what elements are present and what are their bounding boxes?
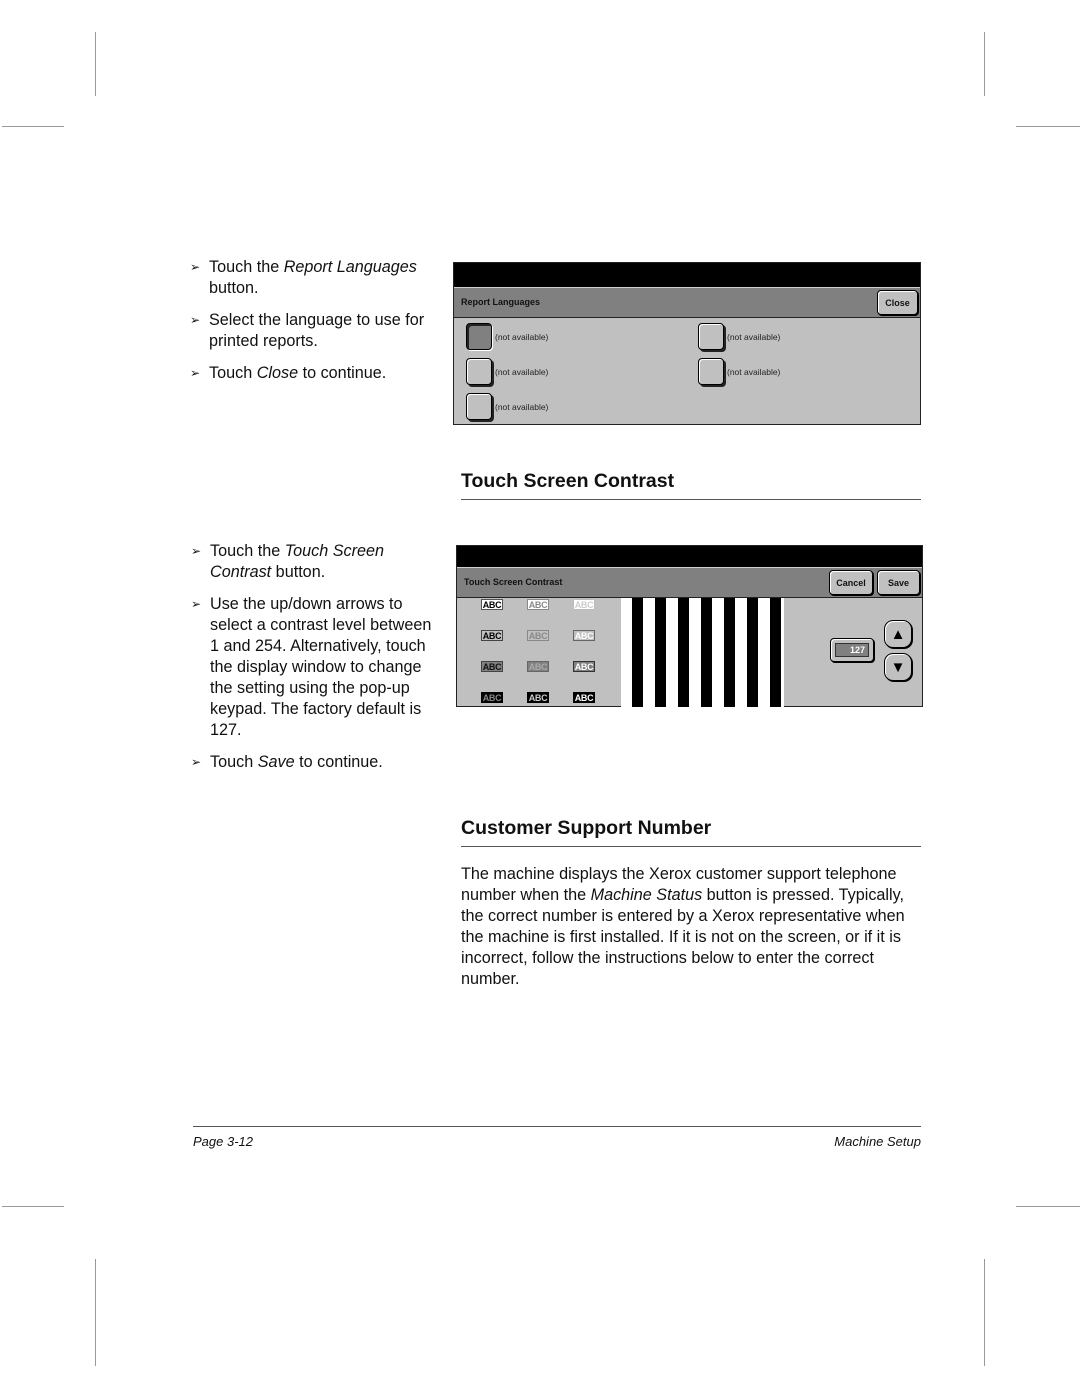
- contrast-swatch: ABC: [573, 661, 595, 672]
- crop-mark: [1016, 1206, 1080, 1207]
- up-arrow-button[interactable]: ▲: [884, 620, 912, 648]
- language-option[interactable]: (not available): [698, 358, 780, 385]
- report-languages-steps: ➢ Touch the Report Languages button. ➢ S…: [190, 257, 445, 395]
- contrast-stripe-pattern: [621, 598, 784, 707]
- screen-topbar: [457, 546, 922, 567]
- bullet-icon: ➢: [190, 260, 201, 274]
- screen-title: Report Languages: [461, 297, 541, 307]
- up-arrow-icon: ▲: [890, 625, 906, 643]
- contrast-swatch: ABC: [481, 692, 503, 703]
- touch-screen-contrast-steps: ➢ Touch the Touch Screen Contrast button…: [191, 541, 441, 784]
- footer-section-name: Machine Setup: [834, 1134, 921, 1149]
- contrast-swatch: ABC: [573, 599, 595, 610]
- bullet-icon: ➢: [191, 544, 202, 558]
- screen-topbar: [454, 263, 920, 287]
- footer-page-number: Page 3-12: [193, 1134, 253, 1149]
- crop-mark: [2, 1206, 64, 1207]
- language-option[interactable]: (not available): [466, 323, 548, 350]
- language-option[interactable]: (not available): [466, 393, 548, 420]
- option-button[interactable]: [698, 358, 724, 385]
- contrast-value-display[interactable]: 127: [830, 638, 874, 662]
- language-option[interactable]: (not available): [698, 323, 780, 350]
- crop-mark: [984, 1259, 985, 1366]
- crop-mark: [95, 1259, 96, 1366]
- stripe: [747, 598, 758, 707]
- step: ➢ Touch the Touch Screen Contrast button…: [191, 542, 384, 581]
- crop-mark: [1016, 126, 1080, 127]
- option-button[interactable]: [466, 358, 492, 385]
- cancel-button[interactable]: Cancel: [829, 570, 873, 595]
- stripe: [678, 598, 689, 707]
- touch-screen-contrast-screen: Touch Screen Contrast Cancel Save ABC AB…: [456, 545, 923, 707]
- screen-title: Touch Screen Contrast: [464, 577, 563, 587]
- report-languages-screen: Report Languages Close (not available) (…: [453, 262, 921, 425]
- down-arrow-icon: ▼: [890, 658, 906, 676]
- contrast-swatch: ABC: [573, 692, 595, 703]
- stripe: [770, 598, 781, 707]
- crop-mark: [95, 32, 96, 96]
- step: ➢ Touch Save to continue.: [191, 753, 383, 771]
- contrast-swatch: ABC: [573, 630, 595, 641]
- stripe: [632, 598, 643, 707]
- option-button[interactable]: [698, 323, 724, 350]
- contrast-swatch: ABC: [527, 661, 549, 672]
- bullet-icon: ➢: [190, 313, 201, 327]
- bullet-icon: ➢: [191, 597, 202, 611]
- down-arrow-button[interactable]: ▼: [884, 653, 912, 681]
- stripe: [655, 598, 666, 707]
- contrast-swatch: ABC: [527, 692, 549, 703]
- stripe: [701, 598, 712, 707]
- language-option[interactable]: (not available): [466, 358, 548, 385]
- contrast-swatch: ABC: [481, 599, 503, 610]
- crop-mark: [984, 32, 985, 96]
- contrast-swatch: ABC: [481, 661, 503, 672]
- bullet-icon: ➢: [191, 755, 202, 769]
- contrast-swatch: ABC: [527, 599, 549, 610]
- step: ➢ Use the up/down arrows to select a con…: [191, 595, 432, 739]
- close-button[interactable]: Close: [877, 290, 918, 315]
- stripe: [724, 598, 735, 707]
- customer-support-paragraph: The machine displays the Xerox customer …: [461, 865, 905, 988]
- step: ➢ Touch Close to continue.: [190, 364, 387, 382]
- footer-divider: [193, 1126, 921, 1127]
- option-button[interactable]: [466, 393, 492, 420]
- option-button[interactable]: [466, 323, 492, 350]
- section-heading-touch-screen-contrast: Touch Screen Contrast: [461, 470, 921, 500]
- step: ➢ Touch the Report Languages button.: [190, 258, 417, 297]
- bullet-icon: ➢: [190, 366, 201, 380]
- contrast-swatch: ABC: [481, 630, 503, 641]
- contrast-value: 127: [835, 643, 869, 657]
- screen-titlebar: Report Languages: [454, 287, 920, 318]
- section-heading-customer-support-number: Customer Support Number: [461, 817, 921, 847]
- step: ➢ Select the language to use for printed…: [190, 311, 425, 350]
- save-button[interactable]: Save: [877, 570, 920, 595]
- contrast-swatch: ABC: [527, 630, 549, 641]
- crop-mark: [2, 126, 64, 127]
